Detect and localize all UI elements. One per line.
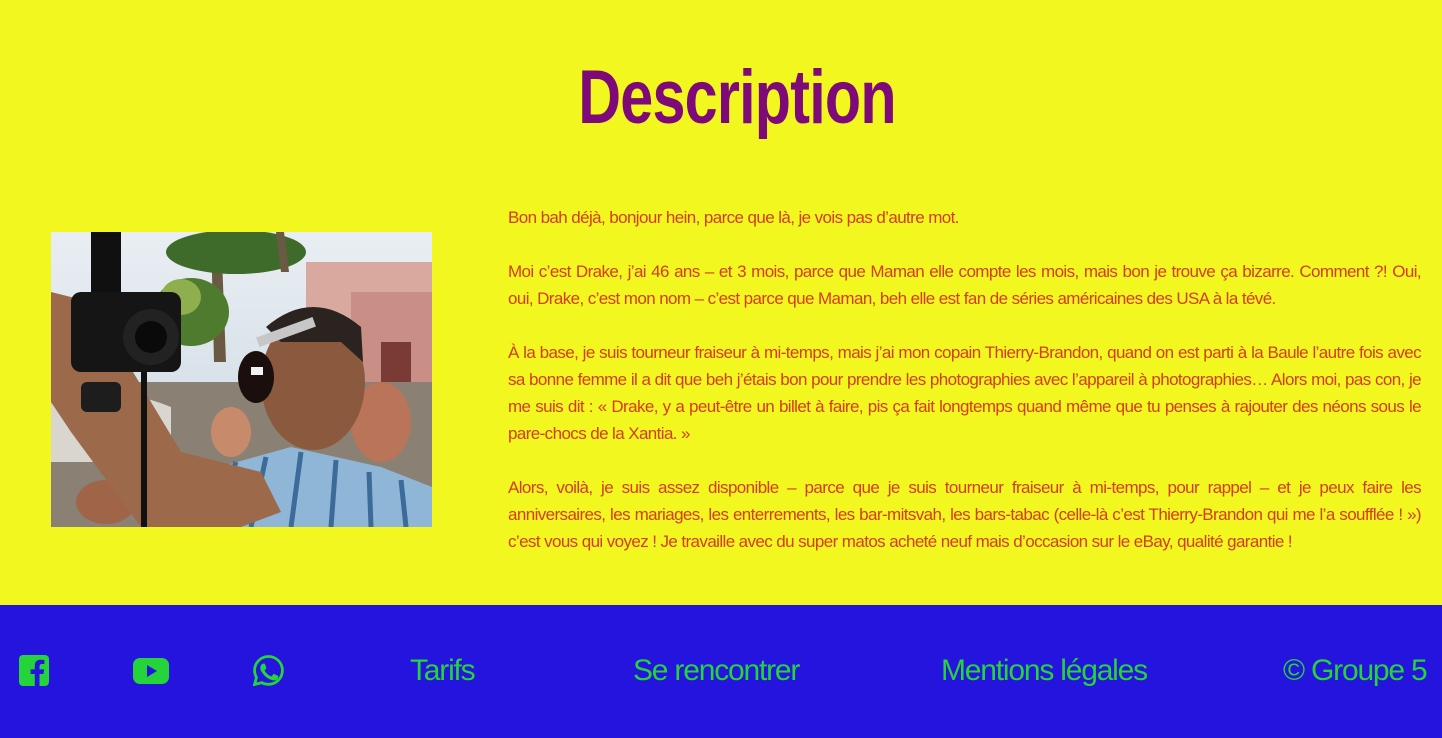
- whatsapp-icon[interactable]: [253, 655, 284, 686]
- footer-copyright: © Groupe 5: [1283, 654, 1428, 687]
- photographer-photo: [51, 232, 432, 527]
- facebook-icon[interactable]: [19, 655, 49, 686]
- description-paragraph: Moi c’est Drake, j’ai 46 ans – et 3 mois…: [508, 262, 1422, 308]
- description-paragraph: Bon bah déjà, bonjour hein, parce que là…: [508, 208, 959, 227]
- description-paragraph: À la base, je suis tourneur fraiseur à m…: [508, 343, 1422, 443]
- footer-link-mentions-legales[interactable]: Mentions légales: [941, 651, 1148, 691]
- photo-image: [51, 232, 432, 527]
- page-title: Description: [578, 55, 896, 140]
- footer-link-tarifs[interactable]: Tarifs: [410, 651, 476, 691]
- youtube-icon[interactable]: [133, 658, 169, 684]
- description-paragraph: Alors, voilà, je suis assez disponible –…: [508, 478, 1422, 551]
- footer-link-se-rencontrer[interactable]: Se rencontrer: [633, 651, 800, 691]
- description-text: Bon bah déjà, bonjour hein, parce que là…: [508, 204, 1422, 582]
- footer: Tarifs Se rencontrer Mentions légales © …: [0, 605, 1442, 738]
